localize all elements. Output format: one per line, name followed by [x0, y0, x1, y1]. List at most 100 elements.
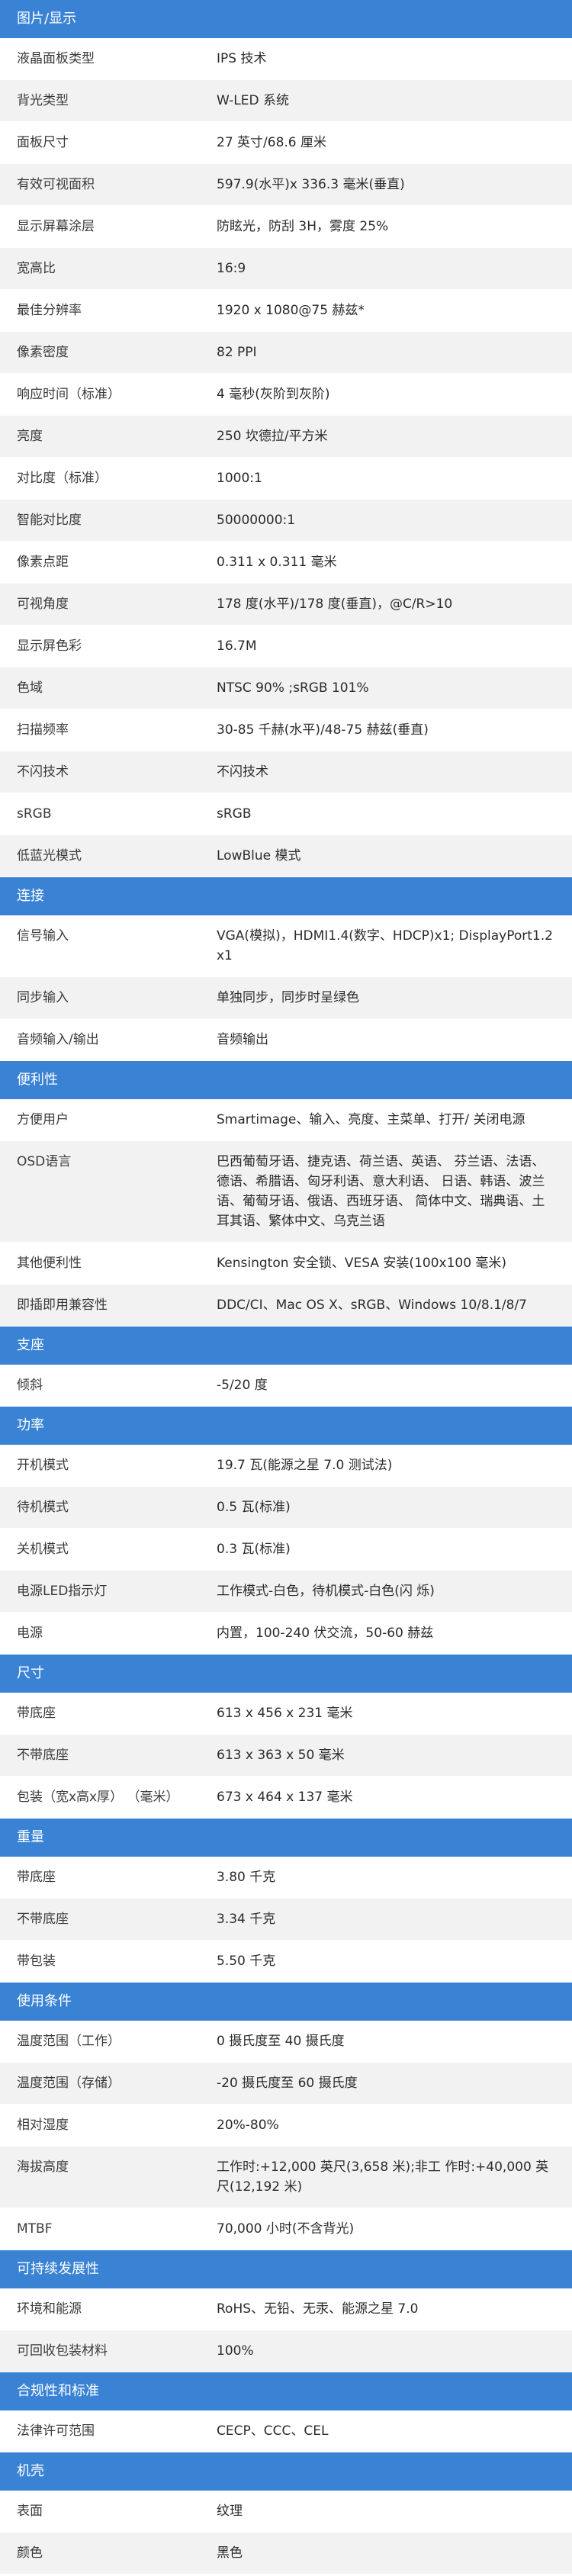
spec-row: 海拔高度 工作时:+12,000 英尺(3,658 米);非工 作时:+40,00…	[0, 2147, 572, 2208]
section-body: 温度范围（工作） 0 摄氏度至 40 摄氏度温度范围（存储） -20 摄氏度至 60…	[0, 2021, 572, 2250]
spec-label: 电源LED指示灯	[17, 1584, 108, 1599]
section-body: 开机模式 19.7 瓦(能源之星 7.0 测试法) 待机模式 0.5 瓦(标准) 关机模…	[0, 1445, 572, 1655]
spec-label: 颜色	[17, 2545, 43, 2561]
spec-row: 像素点距 0.311 x 0.311 毫米	[0, 542, 572, 584]
spec-row: 智能对比度 50000000:1	[0, 500, 572, 542]
spec-value: 防眩光，防刮 3H，雾度 25%	[217, 219, 389, 234]
section-body: 液晶面板类型 IPS 技术 背光类型 W-LED 系统 面板尺寸 27 英寸/68.6 厘…	[0, 38, 572, 877]
spec-value: W-LED 系统	[217, 93, 289, 108]
spec-label: 其他便利性	[17, 1256, 82, 1271]
spec-value: 单独同步，同步时呈绿色	[217, 990, 359, 1005]
spec-row: 亮度 250 坎德拉/平方米	[0, 416, 572, 458]
spec-row: 显示屏幕涂层 防眩光，防刮 3H，雾度 25%	[0, 206, 572, 248]
spec-value: 673 x 464 x 137 毫米	[217, 1790, 353, 1805]
spec-value: 100%	[217, 2343, 254, 2359]
spec-label: 关机模式	[17, 1542, 69, 1557]
spec-value: 黑色	[217, 2545, 243, 2561]
spec-value: 0.5 瓦(标准)	[217, 1500, 291, 1515]
spec-label: 即插即用兼容性	[17, 1298, 108, 1313]
spec-row: 温度范围（存储） -20 摄氏度至 60 摄氏度	[0, 2063, 572, 2105]
spec-row: 信号输入 VGA(模拟)，HDMI1.4(数字、HDCP)x1; DisplayP…	[0, 915, 572, 977]
spec-row: 电源 内置，100-240 伏交流，50-60 赫兹	[0, 1613, 572, 1655]
spec-label: 带底座	[17, 1706, 56, 1721]
spec-value: 178 度(水平)/178 度(垂直)，@C/R>10	[217, 597, 453, 612]
spec-value: 50000000:1	[217, 513, 296, 528]
section-body: 法律许可范围 CECP、CCC、CEL	[0, 2410, 572, 2452]
spec-row: 法律许可范围 CECP、CCC、CEL	[0, 2410, 572, 2452]
spec-row: 宽高比 16:9	[0, 248, 572, 290]
spec-label: 色域	[17, 680, 43, 696]
spec-label: 背光类型	[17, 93, 69, 108]
spec-label: 显示屏色彩	[17, 638, 82, 654]
section-header: 可持续发展性	[0, 2250, 572, 2288]
spec-label: 法律许可范围	[17, 2423, 95, 2439]
spec-label: 带底座	[17, 1870, 56, 1885]
spec-value: 3.34 千克	[217, 1912, 276, 1927]
spec-row: 不带底座 613 x 363 x 50 毫米	[0, 1735, 572, 1777]
section-body: 倾斜 -5/20 度	[0, 1365, 572, 1407]
spec-label: 对比度（标准）	[17, 471, 108, 486]
spec-value: 16:9	[217, 261, 246, 276]
section-header: 机壳	[0, 2452, 572, 2491]
spec-label: 方便用户	[17, 1112, 69, 1127]
spec-label: 最佳分辨率	[17, 303, 82, 318]
spec-row: 背光类型 W-LED 系统	[0, 80, 572, 122]
spec-value: 1000:1	[217, 471, 262, 486]
spec-row: 带底座 3.80 千克	[0, 1857, 572, 1899]
spec-row: 液晶面板类型 IPS 技术	[0, 38, 572, 80]
spec-label: OSD语言	[17, 1154, 72, 1169]
spec-row: 带底座 613 x 456 x 231 毫米	[0, 1693, 572, 1735]
spec-label: 像素点距	[17, 555, 69, 570]
spec-row: 扫描频率 30-85 千赫(水平)/48-75 赫兹(垂直)	[0, 709, 572, 751]
section-body: 信号输入 VGA(模拟)，HDMI1.4(数字、HDCP)x1; DisplayP…	[0, 915, 572, 1061]
spec-value: 30-85 千赫(水平)/48-75 赫兹(垂直)	[217, 722, 429, 738]
section-header: 图片/显示	[0, 0, 572, 38]
spec-row: 同步输入 单独同步，同步时呈绿色	[0, 977, 572, 1019]
spec-row: 方便用户 Smartimage、输入、亮度、主菜单、打开/ 关闭电源	[0, 1099, 572, 1141]
spec-label: 表面	[17, 2504, 43, 2519]
spec-value: sRGB	[217, 806, 252, 822]
spec-label: 音频输入/输出	[17, 1032, 99, 1047]
spec-label: 不带底座	[17, 1748, 69, 1763]
spec-label: 海拔高度	[17, 2160, 69, 2175]
spec-row: 像素密度 82 PPI	[0, 332, 572, 374]
spec-row: 色域 NTSC 90% ;sRGB 101%	[0, 667, 572, 709]
section-header: 使用条件	[0, 1983, 572, 2021]
spec-value: 250 坎德拉/平方米	[217, 429, 328, 444]
spec-label: 显示屏幕涂层	[17, 219, 95, 234]
spec-label: 同步输入	[17, 990, 69, 1005]
spec-row: OSD语言 巴西葡萄牙语、捷克语、荷兰语、英语、 芬兰语、法语、德语、希腊语、匈牙…	[0, 1141, 572, 1243]
spec-value: 16.7M	[217, 638, 257, 654]
spec-row: 可视角度 178 度(水平)/178 度(垂直)，@C/R>10	[0, 584, 572, 626]
spec-row: 音频输入/输出 音频输出	[0, 1019, 572, 1061]
spec-label: 环境和能源	[17, 2301, 82, 2317]
spec-row: 倾斜 -5/20 度	[0, 1365, 572, 1407]
spec-value: 27 英寸/68.6 厘米	[217, 135, 327, 150]
spec-row: 包装（宽x高x厚） （毫米） 673 x 464 x 137 毫米	[0, 1777, 572, 1819]
spec-label: 温度范围（工作）	[17, 2034, 121, 2049]
spec-value: 0 摄氏度至 40 摄氏度	[217, 2034, 345, 2049]
spec-label: 液晶面板类型	[17, 51, 95, 66]
spec-label: 智能对比度	[17, 513, 82, 528]
spec-value: 613 x 363 x 50 毫米	[217, 1748, 345, 1763]
spec-row: 其他便利性 Kensington 安全锁、VESA 安装(100x100 毫米)	[0, 1243, 572, 1285]
spec-row: 最佳分辨率 1920 x 1080@75 赫兹*	[0, 290, 572, 332]
spec-row: 电源LED指示灯 工作模式-白色，待机模式-白色(闪 烁)	[0, 1571, 572, 1613]
spec-value: 613 x 456 x 231 毫米	[217, 1706, 353, 1721]
spec-value: 3.80 千克	[217, 1870, 276, 1885]
spec-value: 5.50 千克	[217, 1954, 276, 1969]
section-header: 尺寸	[0, 1655, 572, 1693]
spec-value: NTSC 90% ;sRGB 101%	[217, 680, 369, 696]
spec-row: 带包装 5.50 千克	[0, 1941, 572, 1983]
spec-row: 待机模式 0.5 瓦(标准)	[0, 1487, 572, 1529]
spec-value: 工作时:+12,000 英尺(3,658 米);非工 作时:+40,000 英尺…	[217, 2160, 549, 2195]
spec-label: 有效可视面积	[17, 177, 95, 192]
spec-label: 像素密度	[17, 345, 69, 360]
spec-value: 20%-80%	[217, 2118, 279, 2133]
spec-value: 巴西葡萄牙语、捷克语、荷兰语、英语、 芬兰语、法语、德语、希腊语、匈牙利语、意大…	[217, 1154, 545, 1229]
spec-label: 温度范围（存储）	[17, 2076, 121, 2091]
spec-value: 音频输出	[217, 1032, 268, 1047]
section-header: 功率	[0, 1407, 572, 1445]
spec-value: 4 毫秒(灰阶到灰阶)	[217, 387, 330, 402]
spec-label: sRGB	[17, 806, 52, 822]
